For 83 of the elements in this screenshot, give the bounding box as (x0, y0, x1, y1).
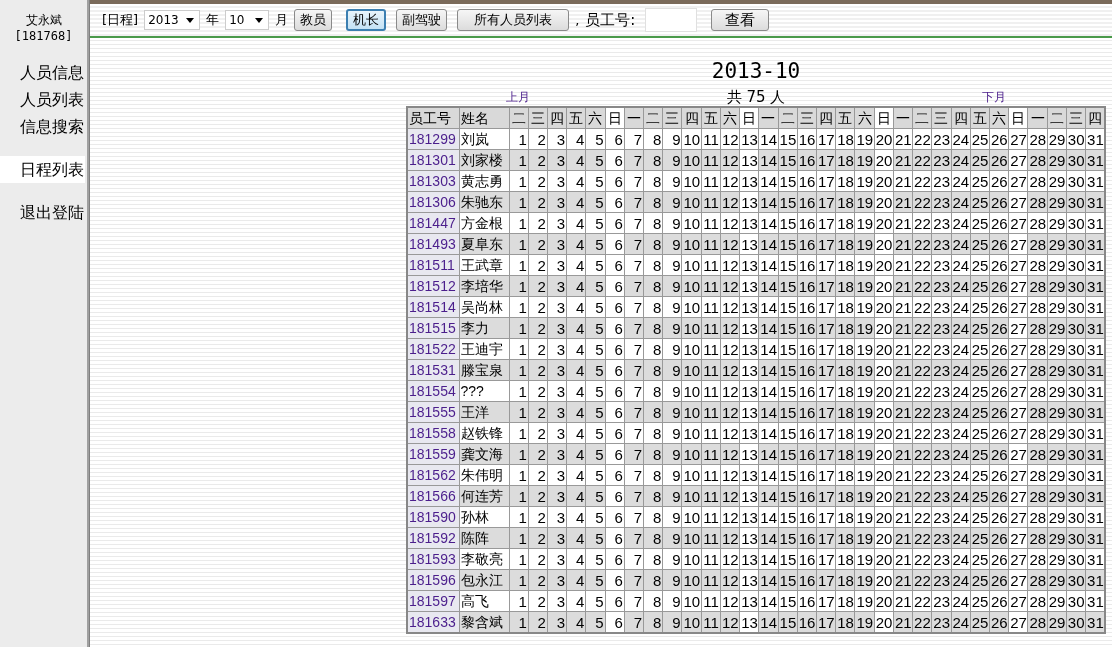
sidebar-item[interactable]: 人员信息 (0, 59, 85, 86)
weekday-header: 三 (797, 107, 817, 129)
staff-id-link[interactable]: 181597 (407, 590, 459, 612)
staff-id-link[interactable]: 181633 (407, 611, 459, 633)
sidebar-item[interactable]: 人员列表 (0, 86, 85, 113)
weekday-header: 六 (720, 107, 740, 129)
staff-id-link[interactable]: 181493 (407, 233, 459, 255)
weekday-header: 三 (1066, 107, 1086, 129)
sidebar-item[interactable]: 信息搜索 (0, 113, 85, 140)
staff-id-link[interactable]: 181299 (407, 128, 459, 150)
sidebar-item[interactable]: 退出登陆 (0, 199, 85, 226)
weekday-header: 一 (758, 107, 779, 129)
month-title: 2013-10 (710, 58, 802, 84)
weekday-header: 五 (835, 107, 855, 129)
caret-icon (255, 17, 264, 23)
user-id: [181768] (14, 29, 73, 43)
staff-id-link[interactable]: 181515 (407, 317, 459, 339)
weekday-header: 二 (912, 107, 932, 129)
year-dropdown[interactable]: 2013 (144, 10, 201, 30)
weekday-header: 三 (931, 107, 952, 129)
column-header: 员工号 (407, 107, 459, 129)
staff-id-link[interactable]: 181512 (407, 275, 459, 297)
staff-id-link[interactable]: 181511 (407, 254, 459, 276)
staff-id-link[interactable]: 181531 (407, 359, 459, 381)
weekday-header: 二 (778, 107, 798, 129)
staff-id-link[interactable]: 181303 (407, 170, 459, 192)
weekday-header: 六 (854, 107, 875, 129)
staff-id-link[interactable]: 181447 (407, 212, 459, 234)
weekday-header: 二 (1047, 107, 1067, 129)
staff-id-link[interactable]: 181596 (407, 569, 459, 591)
staff-id-link[interactable]: 181592 (407, 527, 459, 549)
weekday-header: 一 (624, 107, 644, 129)
weekday-header: 日 (874, 107, 894, 129)
staff-id-link[interactable]: 181554 (407, 380, 459, 402)
year-label: 年 (206, 11, 220, 29)
staff-id-link[interactable]: 181562 (407, 464, 459, 486)
weekday-header: 三 (662, 107, 682, 129)
weekday-header: 五 (566, 107, 586, 129)
column-header: 姓名 (459, 107, 509, 129)
role-button[interactable]: 副驾驶 (396, 9, 448, 31)
weekday-header: 日 (739, 107, 759, 129)
view-button[interactable]: 查看 (711, 9, 770, 31)
schedule-label: [日程] (102, 11, 139, 29)
weekday-header: 四 (1085, 107, 1105, 129)
comma: , (575, 12, 580, 28)
weekday-header: 二 (509, 107, 529, 129)
weekday-header: 一 (1027, 107, 1048, 129)
role-button[interactable]: 所有人员列表 (457, 9, 570, 31)
role-button[interactable]: 教员 (294, 9, 333, 31)
weekday-header: 三 (528, 107, 548, 129)
weekday-header: 一 (893, 107, 913, 129)
staff-id-link[interactable]: 181301 (407, 149, 459, 171)
weekday-header: 五 (701, 107, 721, 129)
staff-id-link[interactable]: 181522 (407, 338, 459, 360)
weekday-header: 五 (970, 107, 990, 129)
weekday-header: 四 (816, 107, 836, 129)
weekday-header: 六 (989, 107, 1009, 129)
staff-id-link[interactable]: 181566 (407, 485, 459, 507)
staff-id-label: 员工号: (585, 10, 636, 30)
weekday-header: 六 (585, 107, 606, 129)
staff-id-link[interactable]: 181306 (407, 191, 459, 213)
staff-id-link[interactable]: 181555 (407, 401, 459, 423)
month-label: 月 (275, 11, 289, 29)
staff-id-field[interactable] (645, 8, 698, 32)
staff-id-link[interactable]: 181590 (407, 506, 459, 528)
weekday-header: 日 (1008, 107, 1028, 129)
weekday-header: 四 (951, 107, 971, 129)
staff-id-link[interactable]: 181593 (407, 548, 459, 570)
next-month-link[interactable]: 下月 (982, 89, 1006, 106)
user-name: 艾永斌 (25, 12, 62, 29)
caret-icon (186, 17, 195, 23)
staff-id-link[interactable]: 181558 (407, 422, 459, 444)
sidebar-item[interactable]: 日程列表 (0, 156, 85, 183)
weekday-header: 二 (643, 107, 663, 129)
staff-id-link[interactable]: 181514 (407, 296, 459, 318)
weekday-header: 四 (547, 107, 567, 129)
weekday-header: 四 (681, 107, 702, 129)
staff-count: 共 75 人 (726, 88, 786, 106)
prev-month-link[interactable]: 上月 (506, 89, 530, 106)
role-button[interactable]: 机长 (346, 9, 387, 31)
staff-id-link[interactable]: 181559 (407, 443, 459, 465)
month-dropdown[interactable]: 10 (225, 10, 270, 30)
weekday-header: 日 (605, 107, 625, 129)
